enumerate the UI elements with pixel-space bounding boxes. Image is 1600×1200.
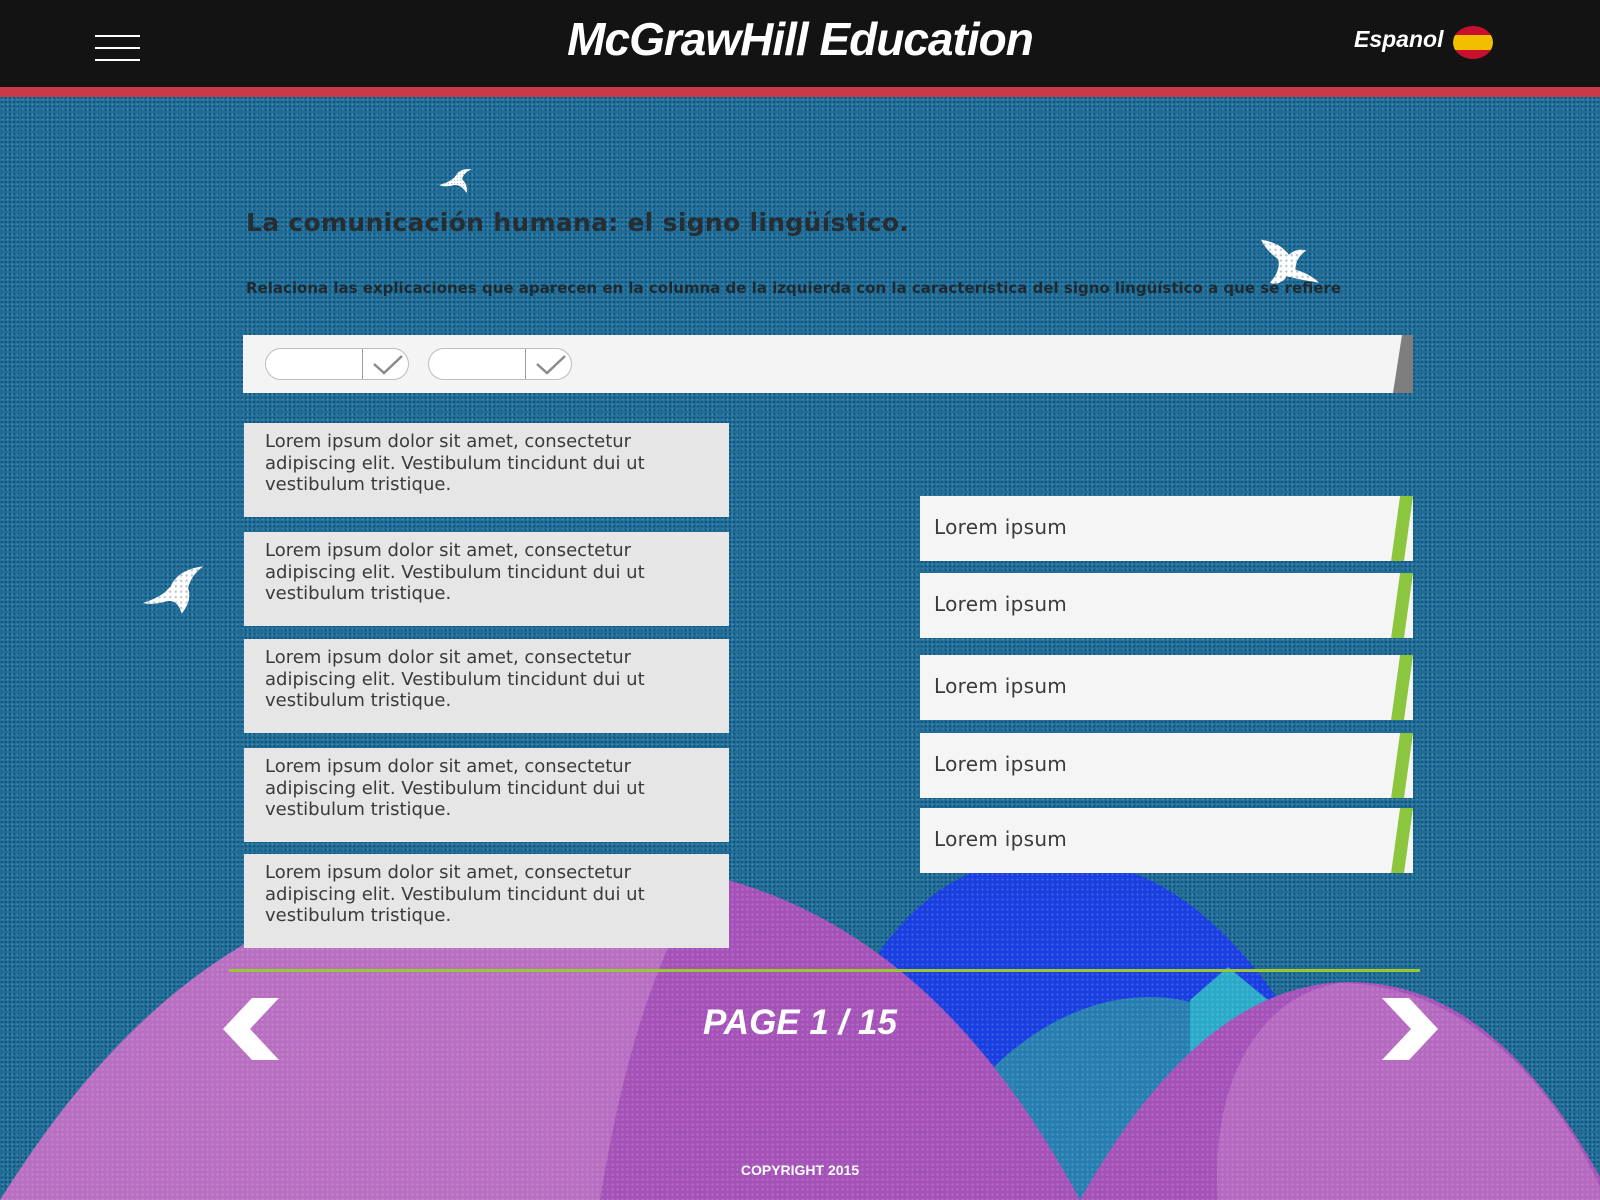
characteristic-option[interactable]: Lorem ipsum [920,808,1413,873]
spain-flag-icon[interactable] [1453,26,1493,59]
app-header: McGrawHill Education Espanol [0,0,1600,97]
answer-select-1[interactable] [265,348,409,380]
activity-title: La comunicación humana: el signo lingüís… [246,208,910,237]
select-divider [362,349,363,379]
check-icon [536,355,566,375]
language-label[interactable]: Espanol [1354,26,1443,53]
description-card[interactable]: Lorem ipsum dolor sit amet, consectetur … [244,639,729,733]
description-text: Lorem ipsum dolor sit amet, consectetur … [265,431,645,495]
description-card[interactable]: Lorem ipsum dolor sit amet, consectetur … [244,423,729,517]
characteristic-label: Lorem ipsum [934,752,1068,776]
description-text: Lorem ipsum dolor sit amet, consectetur … [265,540,645,604]
green-tab-accent [1391,496,1413,561]
green-tab-accent [1391,655,1413,720]
characteristic-option[interactable]: Lorem ipsum [920,733,1413,798]
swallow-bird-icon [439,169,472,194]
characteristic-option[interactable]: Lorem ipsum [920,496,1413,561]
green-tab-accent [1391,573,1413,638]
characteristic-label: Lorem ipsum [934,592,1068,616]
swallow-bird-icon [1260,239,1320,284]
copyright-text: COPYRIGHT 2015 [740,1162,860,1178]
description-text: Lorem ipsum dolor sit amet, consectetur … [265,862,645,926]
select-divider [525,349,526,379]
activity-instruction: Relaciona las explicaciones que aparecen… [246,279,1341,297]
footer-divider [229,969,1420,972]
green-tab-accent [1391,808,1413,873]
characteristic-label: Lorem ipsum [934,827,1068,851]
check-icon [373,355,403,375]
answer-toolbar [243,335,1413,393]
toolbar-edge-accent [1393,335,1413,393]
description-text: Lorem ipsum dolor sit amet, consectetur … [265,647,645,711]
answer-select-2[interactable] [428,348,572,380]
next-page-arrow-icon[interactable] [1380,998,1438,1060]
green-tab-accent [1391,733,1413,798]
characteristic-option[interactable]: Lorem ipsum [920,655,1413,720]
characteristic-option[interactable]: Lorem ipsum [920,573,1413,638]
swallow-bird-icon [142,566,204,614]
description-text: Lorem ipsum dolor sit amet, consectetur … [265,756,645,820]
description-card[interactable]: Lorem ipsum dolor sit amet, consectetur … [244,532,729,626]
characteristic-label: Lorem ipsum [934,674,1068,698]
characteristic-label: Lorem ipsum [934,515,1068,539]
description-card[interactable]: Lorem ipsum dolor sit amet, consectetur … [244,854,729,948]
description-card[interactable]: Lorem ipsum dolor sit amet, consectetur … [244,748,729,842]
page-indicator: PAGE 1 / 15 [703,1003,897,1042]
